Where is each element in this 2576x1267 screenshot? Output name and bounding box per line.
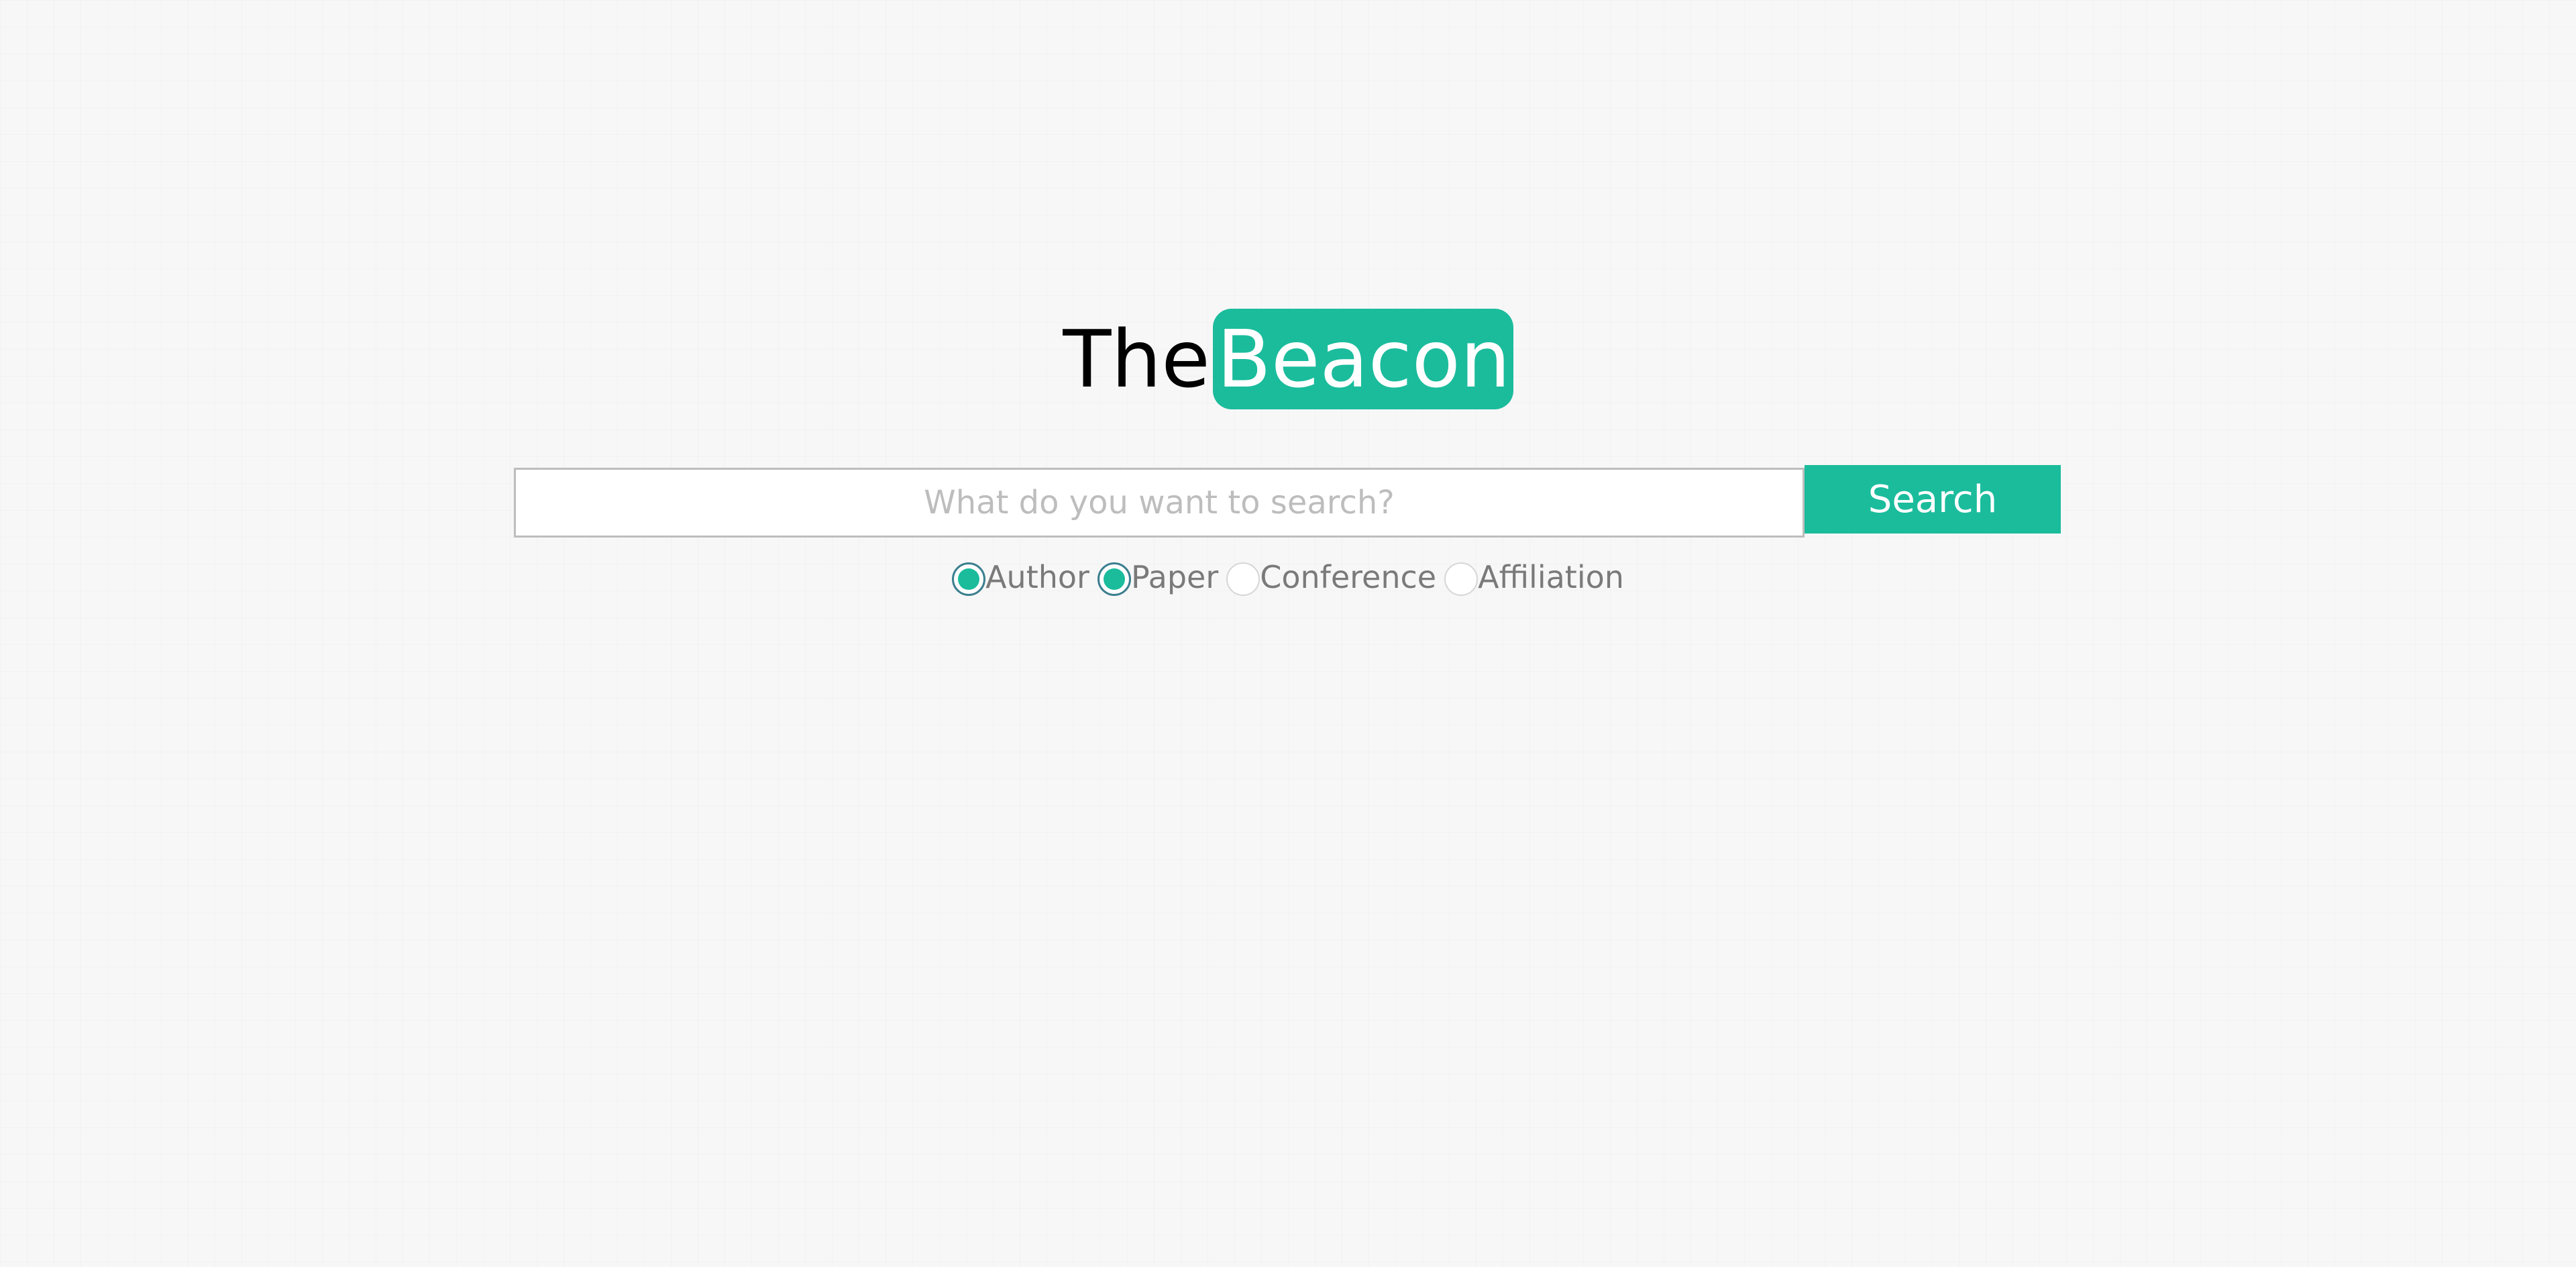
logo: The Beacon — [0, 309, 2576, 409]
affiliation-radio[interactable] — [1444, 562, 1479, 596]
option-label: Affiliation — [1478, 559, 1624, 595]
author-radio[interactable] — [952, 562, 986, 596]
option-paper[interactable]: Paper — [1097, 556, 1218, 599]
option-author[interactable]: Author — [952, 556, 1089, 599]
search-button[interactable]: Search — [1805, 465, 2061, 534]
option-label: Author — [985, 559, 1089, 595]
search-bar: Search — [514, 465, 2061, 538]
search-input[interactable] — [514, 468, 1805, 538]
search-type-options: Author Paper Conference Affiliation — [0, 556, 2576, 599]
logo-highlight: Beacon — [1212, 309, 1513, 409]
paper-radio[interactable] — [1097, 562, 1131, 596]
conference-radio[interactable] — [1226, 562, 1260, 596]
option-label: Paper — [1130, 559, 1219, 595]
option-affiliation[interactable]: Affiliation — [1444, 556, 1624, 599]
option-conference[interactable]: Conference — [1226, 556, 1436, 599]
logo-prefix: The — [1063, 313, 1210, 405]
option-label: Conference — [1260, 559, 1437, 595]
